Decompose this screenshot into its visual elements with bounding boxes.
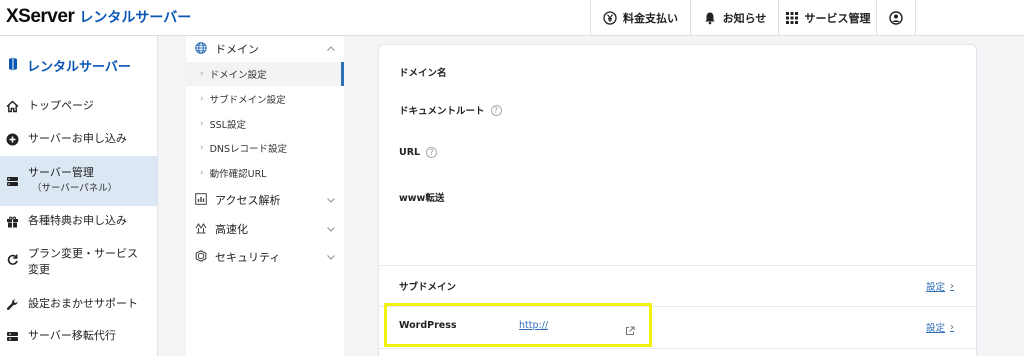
chevron-right-icon: › bbox=[200, 143, 204, 153]
top-header: XServer レンタルサーバー 料金支払い お知らせ サービス管理 bbox=[0, 0, 1024, 36]
chevron-right-icon: › bbox=[950, 321, 954, 333]
nav-section-label: セキュリティ bbox=[215, 251, 281, 264]
wordpress-setting-link[interactable]: 設定 › bbox=[925, 320, 954, 335]
billing-button[interactable]: 料金支払い bbox=[590, 0, 690, 36]
sidebar-item-label: サーバー移転代行 bbox=[28, 329, 116, 342]
nav-item-label: ドメイン設定 bbox=[209, 70, 267, 81]
chevron-down-icon bbox=[326, 252, 336, 262]
document-root-label: ドキュメントルート ? bbox=[399, 103, 502, 117]
domain-name-text: ドメイン名 bbox=[399, 68, 447, 79]
home-icon bbox=[6, 100, 19, 113]
sidebar-item-server-management[interactable]: サーバー管理 （サーバーパネル） bbox=[0, 156, 158, 206]
sidebar-item-plan-change[interactable]: プラン変更・サービス変更 bbox=[0, 242, 158, 282]
refresh-icon bbox=[6, 253, 19, 266]
logo-sub: レンタルサーバー bbox=[79, 10, 192, 26]
nav-item-ssl-settings[interactable]: › SSL設定 bbox=[186, 112, 344, 136]
www-forward-text: www転送 bbox=[399, 193, 445, 204]
service-management-label: サービス管理 bbox=[804, 12, 871, 25]
server-panel-nav: ドメイン › ドメイン設定 › サブドメイン設定 › SSL設定 › DNSレコ… bbox=[186, 36, 344, 356]
chevron-right-icon: › bbox=[950, 280, 954, 292]
server-brand-icon bbox=[8, 56, 18, 75]
nav-section-access-analytics[interactable]: アクセス解析 bbox=[186, 187, 344, 213]
sidebar-item-label: サーバーお申し込み bbox=[28, 132, 127, 145]
setting-link-label: 設定 bbox=[925, 323, 945, 334]
subdomain-text: サブドメイン bbox=[399, 282, 457, 293]
wordpress-highlight-box bbox=[384, 303, 652, 347]
truck-icon bbox=[6, 330, 19, 343]
logo-main: XServer bbox=[6, 6, 75, 27]
chevron-up-icon bbox=[326, 44, 336, 54]
sidebar-item-label: 設定おまかせサポート bbox=[28, 297, 138, 310]
sidebar-item-label: サーバー管理 bbox=[28, 166, 94, 179]
nav-section-label: アクセス解析 bbox=[215, 194, 281, 207]
nav-item-test-url[interactable]: › 動作確認URL bbox=[186, 161, 344, 185]
url-text: URL bbox=[399, 147, 421, 158]
bar-chart-icon bbox=[195, 192, 207, 208]
billing-label: 料金支払い bbox=[623, 12, 678, 25]
chevron-down-icon bbox=[326, 224, 336, 234]
notifications-label: お知らせ bbox=[722, 12, 767, 25]
yen-icon bbox=[603, 11, 617, 25]
account-button[interactable] bbox=[876, 0, 916, 36]
server-icon bbox=[6, 175, 19, 188]
gift-icon bbox=[6, 215, 19, 228]
nav-item-subdomain-settings[interactable]: › サブドメイン設定 bbox=[186, 87, 344, 111]
main-sidebar: レンタルサーバー トップページ サーバーお申し込み サーバー管理 （サーバーパネ… bbox=[0, 36, 158, 356]
document-root-text: ドキュメントルート bbox=[399, 106, 485, 117]
row-divider bbox=[379, 265, 976, 266]
help-icon[interactable]: ? bbox=[490, 104, 502, 116]
sidebar-title[interactable]: レンタルサーバー bbox=[0, 50, 158, 80]
nav-item-domain-settings[interactable]: › ドメイン設定 bbox=[186, 62, 344, 86]
sidebar-item-benefits[interactable]: 各種特典お申し込み bbox=[0, 209, 158, 233]
nav-item-label: SSL設定 bbox=[209, 120, 246, 131]
nav-section-speedup[interactable]: 高速化 bbox=[186, 216, 344, 242]
page-scrollbar[interactable] bbox=[1010, 36, 1024, 356]
bell-icon bbox=[703, 11, 717, 25]
www-forward-label: www転送 bbox=[399, 190, 444, 204]
nav-item-label: 動作確認URL bbox=[209, 169, 267, 180]
subdomain-label: サブドメイン bbox=[399, 279, 456, 293]
globe-icon bbox=[195, 41, 207, 57]
sidebar-item-setup-support[interactable]: 設定おまかせサポート bbox=[0, 292, 158, 316]
sidebar-item-migration[interactable]: サーバー移転代行 bbox=[0, 324, 158, 348]
setting-link-label: 設定 bbox=[925, 282, 945, 293]
sidebar-item-label: 各種特典お申し込み bbox=[28, 214, 127, 227]
grid-icon bbox=[785, 11, 799, 25]
chevron-right-icon: › bbox=[200, 168, 204, 178]
row-divider bbox=[379, 348, 976, 349]
nav-item-label: サブドメイン設定 bbox=[209, 95, 286, 106]
chevron-right-icon: › bbox=[200, 119, 204, 129]
chevron-right-icon: › bbox=[200, 69, 204, 79]
sidebar-item-text: サーバー管理 （サーバーパネル） bbox=[28, 165, 117, 197]
nav-section-security[interactable]: セキュリティ bbox=[186, 244, 344, 270]
help-icon[interactable]: ? bbox=[426, 147, 438, 158]
user-circle-icon bbox=[889, 11, 903, 25]
nav-section-domain[interactable]: ドメイン bbox=[186, 36, 344, 62]
chevron-right-icon: › bbox=[200, 94, 204, 104]
xserver-logo[interactable]: XServer レンタルサーバー bbox=[6, 6, 191, 30]
nav-item-label: DNSレコード設定 bbox=[209, 144, 288, 155]
domain-name-label: ドメイン名 bbox=[399, 65, 447, 79]
plus-circle-icon bbox=[6, 133, 19, 146]
nav-section-label: ドメイン bbox=[215, 43, 259, 56]
service-management-button[interactable]: サービス管理 bbox=[778, 0, 876, 36]
shield-icon bbox=[195, 249, 207, 265]
sidebar-item-label: プラン変更・サービス変更 bbox=[28, 247, 138, 276]
sidebar-item-sublabel: （サーバーパネル） bbox=[32, 183, 118, 194]
speed-icon bbox=[195, 222, 207, 237]
subdomain-setting-link[interactable]: 設定 › bbox=[925, 279, 954, 294]
sidebar-item-server-order[interactable]: サーバーお申し込み bbox=[0, 127, 158, 151]
url-label: URL ? bbox=[399, 147, 438, 158]
sidebar-title-label: レンタルサーバー bbox=[27, 59, 131, 75]
sidebar-item-top[interactable]: トップページ bbox=[0, 94, 158, 118]
sidebar-item-label: トップページ bbox=[28, 99, 94, 112]
nav-item-dns-settings[interactable]: › DNSレコード設定 bbox=[186, 136, 344, 160]
notifications-button[interactable]: お知らせ bbox=[690, 0, 778, 36]
nav-section-label: 高速化 bbox=[215, 223, 248, 236]
wrench-icon bbox=[6, 298, 19, 311]
chevron-down-icon bbox=[326, 195, 336, 205]
